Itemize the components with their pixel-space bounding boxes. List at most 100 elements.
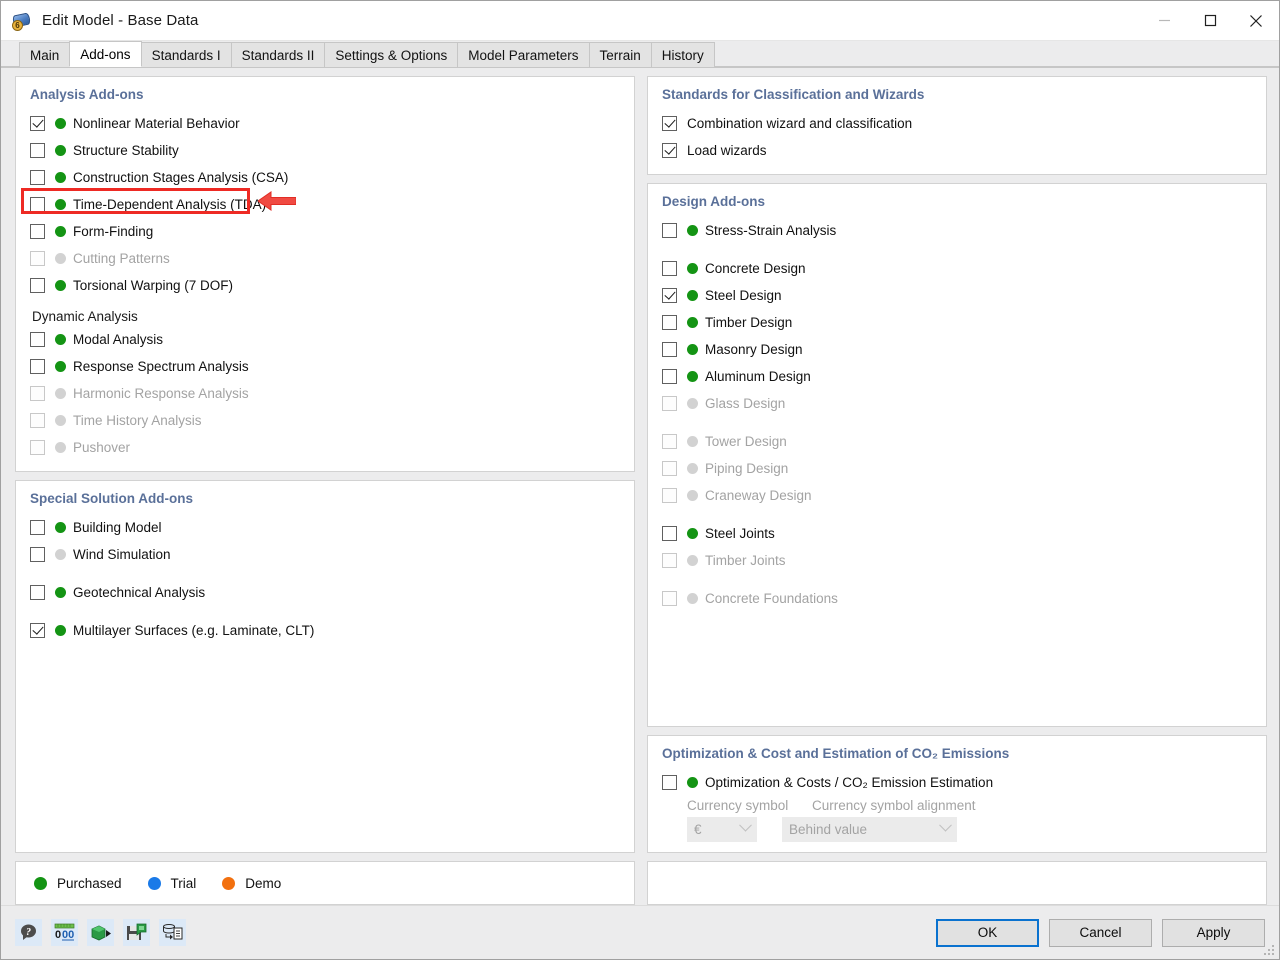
addon-checkbox[interactable] — [30, 224, 45, 239]
save-template-icon[interactable] — [123, 919, 150, 946]
maximize-icon[interactable] — [1187, 1, 1233, 41]
tab-history[interactable]: History — [651, 42, 715, 67]
addon-row[interactable]: Combination wizard and classification — [662, 110, 1252, 137]
addon-checkbox[interactable] — [30, 547, 45, 562]
addon-row[interactable]: Steel Joints — [662, 520, 1252, 547]
addon-checkbox — [662, 591, 677, 606]
addon-label: Steel Joints — [705, 526, 775, 541]
optimization-checkbox[interactable] — [662, 775, 677, 790]
addon-row[interactable]: Harmonic Response Analysis — [30, 380, 620, 407]
tab-model-parameters[interactable]: Model Parameters — [457, 42, 589, 67]
resize-grip[interactable] — [1264, 945, 1276, 957]
tab-main[interactable]: Main — [19, 42, 70, 67]
optimization-addon-row[interactable]: Optimization & Costs / CO₂ Emission Esti… — [662, 769, 1252, 796]
ok-button[interactable]: OK — [936, 919, 1039, 947]
addon-row[interactable]: Concrete Foundations — [662, 585, 1252, 612]
addon-checkbox[interactable] — [30, 116, 45, 131]
addon-checkbox — [662, 553, 677, 568]
minimize-icon[interactable] — [1141, 1, 1187, 41]
export-icon[interactable] — [87, 919, 114, 946]
addon-checkbox[interactable] — [662, 261, 677, 276]
legend-label: Purchased — [57, 876, 122, 891]
currency-alignment-select[interactable]: Behind value — [782, 817, 957, 842]
addon-checkbox[interactable] — [662, 143, 677, 158]
addon-row[interactable]: Multilayer Surfaces (e.g. Laminate, CLT) — [30, 617, 620, 644]
addon-row[interactable]: Cutting Patterns — [30, 245, 620, 272]
addon-row[interactable]: Modal Analysis — [30, 326, 620, 353]
status-dot-purchased — [55, 280, 66, 291]
legend-label: Demo — [245, 876, 281, 891]
addon-checkbox[interactable] — [662, 369, 677, 384]
addon-checkbox[interactable] — [30, 143, 45, 158]
addon-row[interactable]: Glass Design — [662, 390, 1252, 417]
addon-checkbox[interactable] — [30, 278, 45, 293]
tab-standards-ii[interactable]: Standards II — [231, 42, 326, 67]
addon-row[interactable]: Wind Simulation — [30, 541, 620, 568]
standards-wizards-list: Combination wizard and classificationLoa… — [662, 110, 1252, 164]
addon-row[interactable]: Nonlinear Material Behavior — [30, 110, 620, 137]
addon-row[interactable]: Aluminum Design — [662, 363, 1252, 390]
addon-row[interactable]: Timber Design — [662, 309, 1252, 336]
addon-label: Multilayer Surfaces (e.g. Laminate, CLT) — [73, 623, 314, 638]
legend-dot-purchased — [34, 877, 47, 890]
analysis-addons-list: Nonlinear Material Behavior Structure Sta… — [30, 110, 620, 299]
addon-checkbox — [662, 396, 677, 411]
import-database-icon[interactable] — [159, 919, 186, 946]
addon-checkbox[interactable] — [662, 223, 677, 238]
tab-standards-i[interactable]: Standards I — [141, 42, 232, 67]
addon-row[interactable]: Construction Stages Analysis (CSA) — [30, 164, 620, 191]
addon-row[interactable]: Pushover — [30, 434, 620, 461]
addon-checkbox[interactable] — [30, 585, 45, 600]
addon-checkbox[interactable] — [30, 359, 45, 374]
addon-checkbox — [30, 251, 45, 266]
addon-row[interactable]: Masonry Design — [662, 336, 1252, 363]
addon-row[interactable]: Steel Design — [662, 282, 1252, 309]
cancel-button[interactable]: Cancel — [1049, 919, 1152, 947]
addon-row[interactable]: Stress-Strain Analysis — [662, 217, 1252, 244]
svg-text:0: 0 — [55, 929, 61, 941]
tab-terrain[interactable]: Terrain — [589, 42, 652, 67]
addon-checkbox[interactable] — [30, 520, 45, 535]
addon-row[interactable]: Concrete Design — [662, 255, 1252, 282]
addon-label: Craneway Design — [705, 488, 812, 503]
addon-row[interactable]: Form-Finding — [30, 218, 620, 245]
right-footer-panel — [647, 861, 1267, 905]
addon-row[interactable]: Torsional Warping (7 DOF) — [30, 272, 620, 299]
close-icon[interactable] — [1233, 1, 1279, 41]
addon-row[interactable]: Load wizards — [662, 137, 1252, 164]
addon-row[interactable]: Timber Joints — [662, 547, 1252, 574]
apply-button[interactable]: Apply — [1162, 919, 1265, 947]
addon-checkbox[interactable] — [30, 170, 45, 185]
addon-checkbox[interactable] — [30, 623, 45, 638]
addon-row[interactable]: Time History Analysis — [30, 407, 620, 434]
tab-settings-options[interactable]: Settings & Options — [324, 42, 458, 67]
addon-checkbox[interactable] — [30, 197, 45, 212]
addon-checkbox[interactable] — [662, 526, 677, 541]
status-dot-unavailable — [55, 549, 66, 560]
currency-alignment-value: Behind value — [789, 822, 867, 837]
addon-row[interactable]: Building Model — [30, 514, 620, 541]
addon-checkbox[interactable] — [662, 342, 677, 357]
addon-row[interactable]: Structure Stability — [30, 137, 620, 164]
addon-row[interactable]: Craneway Design — [662, 482, 1252, 509]
addon-checkbox[interactable] — [662, 315, 677, 330]
currency-symbol-select[interactable]: € — [687, 817, 757, 842]
addon-label: Nonlinear Material Behavior — [73, 116, 240, 131]
status-dot-purchased — [687, 263, 698, 274]
addon-checkbox[interactable] — [30, 332, 45, 347]
addon-row[interactable]: Geotechnical Analysis — [30, 579, 620, 606]
tab-add-ons[interactable]: Add-ons — [69, 41, 141, 67]
addon-label: Pushover — [73, 440, 130, 455]
status-dot-unavailable — [55, 388, 66, 399]
number-format-icon[interactable]: 0 00 — [51, 919, 78, 946]
addon-row[interactable]: Time-Dependent Analysis (TDA) — [30, 191, 620, 218]
addon-checkbox[interactable] — [662, 288, 677, 303]
addon-checkbox[interactable] — [662, 116, 677, 131]
addon-row[interactable]: Tower Design — [662, 428, 1252, 455]
addon-label: Masonry Design — [705, 342, 803, 357]
addon-row[interactable]: Piping Design — [662, 455, 1252, 482]
optimization-title: Optimization & Cost and Estimation of CO… — [662, 746, 1252, 761]
optimization-row-wrap: Optimization & Costs / CO₂ Emission Esti… — [662, 769, 1252, 796]
addon-row[interactable]: Response Spectrum Analysis — [30, 353, 620, 380]
help-icon[interactable]: ? — [15, 919, 42, 946]
